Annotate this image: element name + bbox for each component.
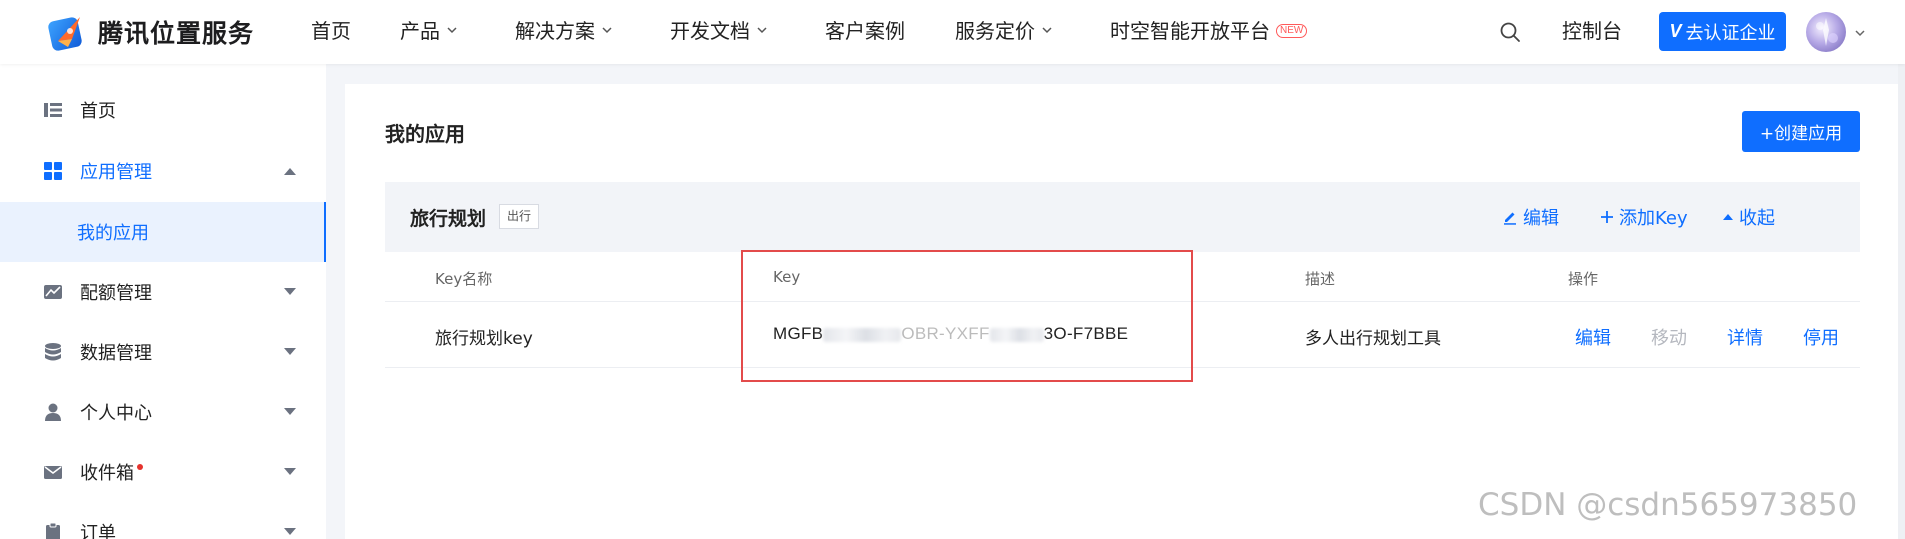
sidebar-item-label: 数据管理 xyxy=(80,343,152,364)
caret-down-icon xyxy=(284,408,296,415)
col-key-name: Key名称 xyxy=(435,270,493,288)
description-cell: 多人出行规划工具 xyxy=(1305,329,1441,349)
list-icon xyxy=(44,103,62,117)
key-redacted xyxy=(989,327,1044,342)
database-icon xyxy=(45,343,61,361)
caret-up-icon xyxy=(1723,214,1733,220)
row-edit-link[interactable]: 编辑 xyxy=(1575,324,1611,350)
sidebar-item-data[interactable]: 数据管理 xyxy=(0,322,326,382)
sidebar-item-inbox[interactable]: 收件箱 xyxy=(0,442,326,502)
chevron-down-icon[interactable] xyxy=(1853,26,1867,40)
main-content: 我的应用 +创建应用 旅行规划 出行 编辑 添加Key 收起 Key名称 Key xyxy=(345,84,1905,539)
sidebar-item-app-management[interactable]: 应用管理 xyxy=(0,141,326,201)
sidebar-item-home[interactable]: 首页 xyxy=(0,80,326,140)
top-navbar: 腾讯位置服务 首页 产品 解决方案 开发文档 客户案例 服务定价 时空智能开放平… xyxy=(0,0,1905,64)
nav-pricing-label: 服务定价 xyxy=(955,19,1035,43)
key-redacted xyxy=(823,327,902,342)
plus-icon xyxy=(1601,211,1613,223)
console-link[interactable]: 控制台 xyxy=(1562,0,1622,64)
sidebar: 首页 应用管理 我的应用 配额管理 数据管理 个人中心 收件箱 订单 xyxy=(0,64,326,539)
user-icon xyxy=(45,403,61,421)
grid-icon xyxy=(44,162,62,180)
search-icon[interactable] xyxy=(1498,20,1522,44)
table-row: 旅行规划key MGFB OBR-YXFF 3O-F7BBE 多人出行规划工具 编辑… xyxy=(385,302,1860,368)
sidebar-item-profile[interactable]: 个人中心 xyxy=(0,382,326,442)
brand-logo-icon xyxy=(48,17,82,51)
caret-up-icon xyxy=(284,168,296,175)
sidebar-item-label: 首页 xyxy=(80,101,116,122)
scrollbar-track[interactable] xyxy=(1898,64,1905,539)
chevron-down-icon xyxy=(447,26,457,33)
verify-enterprise-button[interactable]: V 去认证企业 xyxy=(1659,12,1786,51)
caret-down-icon xyxy=(284,528,296,535)
verify-v-icon: V xyxy=(1669,21,1682,41)
new-badge: NEW xyxy=(1276,23,1308,38)
edit-app-button[interactable]: 编辑 xyxy=(1502,204,1559,230)
sidebar-item-label: 应用管理 xyxy=(80,162,152,183)
sidebar-item-quota[interactable]: 配额管理 xyxy=(0,262,326,322)
nav-solutions-label: 解决方案 xyxy=(515,19,595,43)
edit-app-label: 编辑 xyxy=(1523,208,1559,229)
watermark: CSDN @csdn565973850 xyxy=(1478,487,1858,523)
caret-down-icon xyxy=(284,348,296,355)
verify-enterprise-label: 去认证企业 xyxy=(1685,22,1776,44)
key-name-cell: 旅行规划key xyxy=(435,329,533,349)
nav-home[interactable]: 首页 xyxy=(311,0,351,64)
add-key-label: 添加Key xyxy=(1619,208,1688,229)
sidebar-item-label: 个人中心 xyxy=(80,403,152,424)
sidebar-subitem-my-apps[interactable]: 我的应用 xyxy=(0,202,326,262)
caret-down-icon xyxy=(284,468,296,475)
key-value-cell[interactable]: MGFB OBR-YXFF 3O-F7BBE xyxy=(773,324,1128,344)
chevron-down-icon xyxy=(1042,26,1052,33)
chart-icon xyxy=(44,285,62,299)
nav-docs[interactable]: 开发文档 xyxy=(670,0,768,64)
app-card-header: 旅行规划 出行 编辑 添加Key 收起 xyxy=(385,182,1860,252)
brand-logo[interactable]: 腾讯位置服务 xyxy=(48,10,254,54)
caret-down-icon xyxy=(284,288,296,295)
col-actions: 操作 xyxy=(1568,270,1599,288)
collapse-button[interactable]: 收起 xyxy=(1722,204,1775,230)
key-prefix: MGFB xyxy=(773,324,824,343)
chevron-down-icon xyxy=(757,26,767,33)
collapse-label: 收起 xyxy=(1739,208,1775,229)
clipboard-icon xyxy=(46,522,60,539)
brand-name: 腾讯位置服务 xyxy=(98,19,255,48)
app-category-tag: 出行 xyxy=(499,204,540,229)
chevron-down-icon xyxy=(602,26,612,33)
col-description: 描述 xyxy=(1305,270,1336,288)
row-disable-link[interactable]: 停用 xyxy=(1803,324,1839,350)
nav-home-label: 首页 xyxy=(311,19,351,43)
row-move-link: 移动 xyxy=(1651,328,1687,349)
key-mid: OBR-YXFF xyxy=(901,324,990,343)
nav-solutions[interactable]: 解决方案 xyxy=(515,0,613,64)
sidebar-item-label: 订单 xyxy=(80,523,116,539)
page-title: 我的应用 xyxy=(385,122,465,146)
nav-docs-label: 开发文档 xyxy=(670,19,750,43)
mail-icon xyxy=(44,466,62,479)
nav-pricing[interactable]: 服务定价 xyxy=(955,0,1053,64)
nav-products[interactable]: 产品 xyxy=(400,0,458,64)
unread-dot xyxy=(137,464,143,470)
sidebar-item-label: 配额管理 xyxy=(80,283,152,304)
create-app-button[interactable]: +创建应用 xyxy=(1742,111,1860,152)
col-key: Key xyxy=(773,268,801,286)
key-suffix: 3O-F7BBE xyxy=(1043,324,1129,343)
sidebar-item-label: 收件箱 xyxy=(80,463,134,484)
nav-cases[interactable]: 客户案例 xyxy=(825,0,905,64)
sidebar-item-label-wrap: 收件箱 xyxy=(80,459,143,485)
avatar-image-icon xyxy=(1816,18,1838,46)
sidebar-item-orders[interactable]: 订单 xyxy=(0,502,326,539)
table-header: Key名称 Key 描述 操作 xyxy=(385,252,1860,302)
user-avatar[interactable] xyxy=(1806,12,1846,52)
nav-cases-label: 客户案例 xyxy=(825,19,905,43)
sidebar-subitem-label: 我的应用 xyxy=(77,223,149,244)
app-name: 旅行规划 xyxy=(410,208,487,230)
add-key-button[interactable]: 添加Key xyxy=(1600,204,1688,230)
edit-icon xyxy=(1504,212,1516,225)
nav-products-label: 产品 xyxy=(400,19,440,43)
row-detail-link[interactable]: 详情 xyxy=(1727,324,1763,350)
nav-open-platform-label: 时空智能开放平台 xyxy=(1110,19,1270,43)
nav-open-platform[interactable]: 时空智能开放平台 NEW xyxy=(1110,0,1308,64)
